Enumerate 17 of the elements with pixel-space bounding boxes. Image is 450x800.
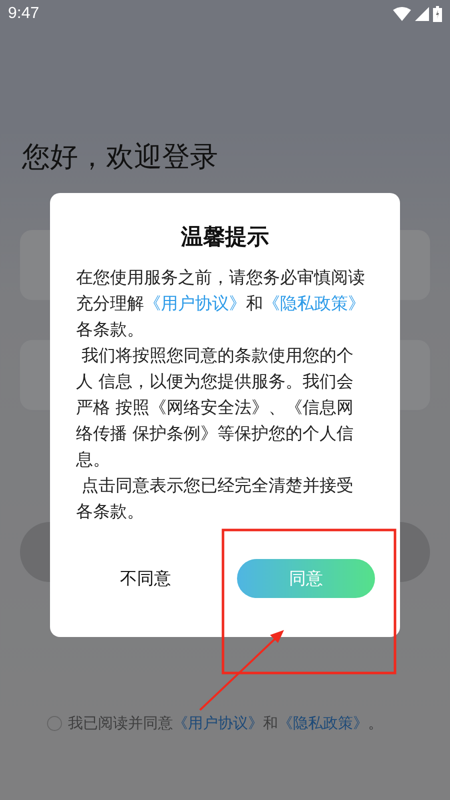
dialog-paragraph: 在您使用服务之前，请您务必审慎阅读充分理解《用户协议》和《隐私政策》 各条款。	[76, 267, 366, 342]
dialog-title: 温馨提示	[180, 224, 270, 252]
dialog-paragraph: 我们将按照您同意的条款使用您的个人 信息，以便为您提供服务。我们会严格 按照《网络安全法》、《信息网络传播 保护条例》等保护您的个人信息。	[76, 345, 354, 472]
dialog-paragraph: 点击同意表示您已经完全清楚并接受各条款。	[76, 475, 354, 524]
agreement-link[interactable]: 《用户协议》	[173, 714, 263, 732]
agree-button[interactable]: 同意	[237, 559, 375, 598]
agree-checkbox[interactable]	[47, 716, 62, 731]
agreement-text: 我已阅读并同意《用户协议》和《隐私政策》。	[68, 714, 383, 733]
agreement-link[interactable]: 《隐私政策》	[278, 714, 368, 732]
welcome-heading: 您好，欢迎登录	[20, 140, 219, 174]
status-time: 9:47	[8, 5, 40, 23]
policy-link[interactable]: 《隐私政策》	[263, 294, 365, 314]
policy-link[interactable]: 《用户协议》	[144, 294, 246, 314]
wifi-icon	[393, 7, 411, 21]
signal-icon	[415, 7, 429, 21]
disagree-button[interactable]: 不同意	[116, 559, 175, 598]
battery-icon	[433, 6, 442, 22]
